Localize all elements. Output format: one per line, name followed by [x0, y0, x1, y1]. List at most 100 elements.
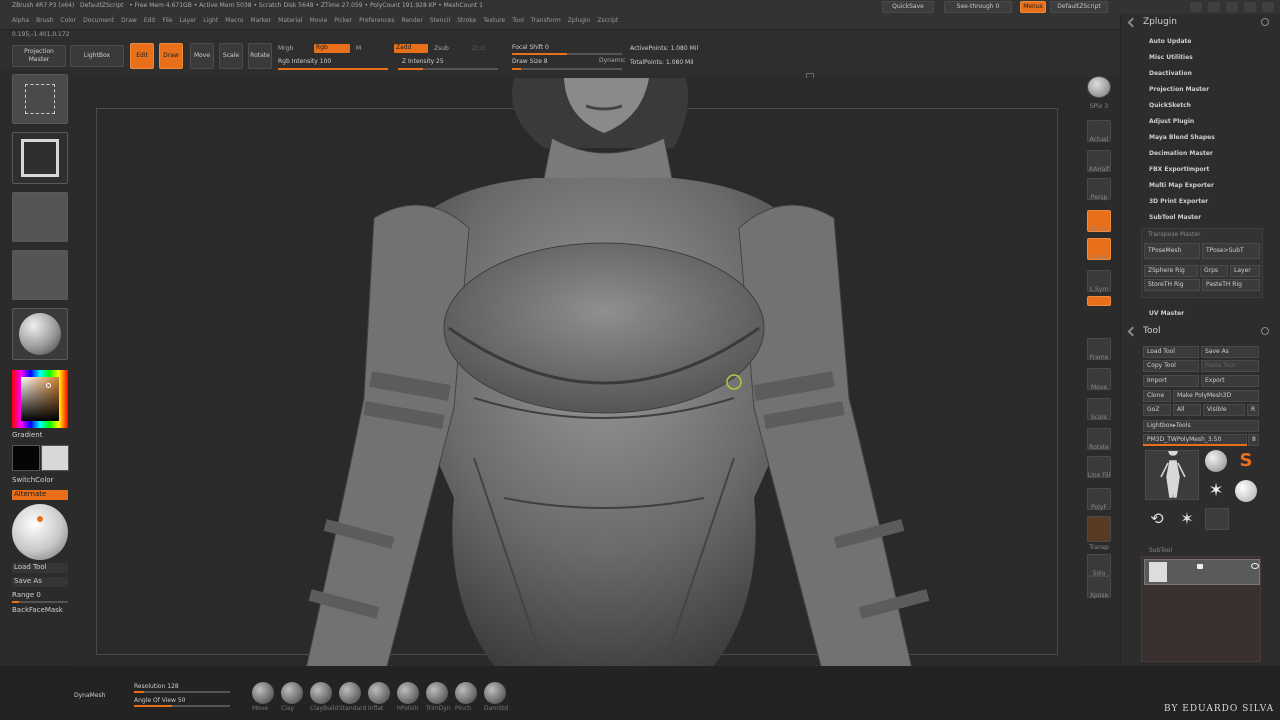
resolution-track[interactable] — [134, 691, 230, 693]
sphere3d-tool-icon[interactable] — [1205, 450, 1227, 472]
menu-color[interactable]: Color — [60, 17, 76, 26]
rgb-intensity-track[interactable] — [278, 68, 388, 70]
menu-zscript[interactable]: Zscript — [597, 17, 618, 26]
menu-material[interactable]: Material — [278, 17, 302, 26]
paste-tool-button[interactable]: Paste Tool — [1201, 360, 1259, 372]
tposemesh-button[interactable]: TPoseMesh — [1144, 243, 1200, 259]
angle-of-view-slider[interactable]: Angle Of View 50 — [134, 697, 186, 705]
zsphere-rig-button[interactable]: ZSphere Rig — [1144, 265, 1198, 277]
polysphere-tool-icon[interactable] — [1235, 480, 1257, 502]
menu-edit[interactable]: Edit — [144, 17, 156, 26]
menu-render[interactable]: Render — [401, 17, 422, 26]
focal-shift-track[interactable] — [512, 53, 622, 55]
zplugin-item[interactable]: QuickSketch — [1149, 102, 1191, 110]
draw-size-slider[interactable]: Draw Size 8 — [512, 58, 548, 66]
edit-button[interactable]: Edit — [130, 43, 154, 69]
canvas-viewport[interactable] — [74, 78, 1082, 666]
move-button[interactable]: Move — [190, 43, 214, 69]
draw-button[interactable]: Draw — [159, 43, 183, 69]
dynamesh-button[interactable]: DynaMesh — [74, 692, 105, 700]
brush-standard[interactable] — [339, 682, 361, 704]
menu-light[interactable]: Light — [203, 17, 218, 26]
brush-trimdyn[interactable] — [426, 682, 448, 704]
stroke-thumbnail[interactable] — [12, 192, 68, 242]
switch-color-button[interactable]: SwitchColor — [12, 476, 53, 485]
figure-tool-icon[interactable] — [1205, 508, 1229, 530]
menu-movie[interactable]: Movie — [310, 17, 328, 26]
dynamic-button[interactable]: Dynamic — [599, 57, 625, 65]
copy-tool-button[interactable]: Copy Tool — [1143, 360, 1199, 372]
zplugin-item[interactable]: Multi Map Exporter — [1149, 182, 1214, 190]
menu-layer[interactable]: Layer — [180, 17, 197, 26]
zplugin-item[interactable]: SubTool Master — [1149, 214, 1201, 222]
scale-button[interactable]: Scale — [219, 43, 243, 69]
focal-shift-slider[interactable]: Focal Shift 0 — [512, 44, 549, 52]
make-polymesh-button[interactable]: Make PolyMesh3D — [1173, 390, 1259, 402]
backface-mask-toggle[interactable]: BackFaceMask — [12, 606, 63, 615]
subtool-polypaint-icon[interactable] — [1197, 564, 1203, 569]
clone-button[interactable]: Clone — [1143, 390, 1171, 402]
menu-zplugin[interactable]: Zplugin — [568, 17, 591, 26]
left-load-tool-button[interactable]: Load Tool — [12, 563, 68, 573]
menu-stroke[interactable]: Stroke — [457, 17, 476, 26]
menu-tool[interactable]: Tool — [512, 17, 524, 26]
lightbox-tools-button[interactable]: Lightbox▸Tools — [1143, 420, 1259, 432]
zcut-button[interactable]: Zcut — [472, 45, 486, 53]
zplugin-item[interactable]: Projection Master — [1149, 86, 1209, 94]
zplugin-collapse-icon[interactable] — [1127, 17, 1138, 28]
zsphere-tool-icon[interactable]: S — [1235, 450, 1257, 472]
menu-marker[interactable]: Marker — [250, 17, 271, 26]
zplugin-item[interactable]: Deactivation — [1149, 70, 1192, 78]
secondary-color-swatch[interactable] — [41, 445, 69, 471]
zplugin-item[interactable]: Auto Update — [1149, 38, 1191, 46]
range-slider[interactable]: Range 0 — [12, 591, 41, 600]
color-saturation-box[interactable] — [21, 377, 59, 421]
uv-master-item[interactable]: UV Master — [1149, 310, 1184, 318]
goz-all-button[interactable]: All — [1173, 404, 1201, 416]
goz-visible-button[interactable]: Visible — [1203, 404, 1245, 416]
goz-button[interactable]: GoZ — [1143, 404, 1171, 416]
zplugin-item[interactable]: Maya Blend Shapes — [1149, 134, 1215, 142]
zplugin-item[interactable]: 3D Print Exporter — [1149, 198, 1208, 206]
tool-palette-title[interactable]: Tool — [1143, 326, 1160, 336]
spix-slider[interactable]: SPix 3 — [1082, 103, 1116, 111]
rgb-button[interactable]: Rgb — [314, 44, 350, 53]
range-track[interactable] — [12, 601, 68, 603]
brush-pinch[interactable] — [455, 682, 477, 704]
import-button[interactable]: Import — [1143, 375, 1199, 387]
grps-button[interactable]: Grps — [1200, 265, 1228, 277]
subtool-item-selected[interactable] — [1144, 559, 1260, 585]
main-color-swatch[interactable] — [12, 445, 40, 471]
alternate-button[interactable]: Alternate — [12, 490, 68, 500]
alpha-thumbnail[interactable] — [12, 74, 68, 124]
layout-icon[interactable] — [1208, 2, 1220, 12]
bpr-render-button[interactable] — [1087, 76, 1111, 98]
tpose-subt-button[interactable]: TPose>SubT — [1202, 243, 1260, 259]
gradient-toggle[interactable]: Gradient — [12, 431, 42, 440]
zplugin-item[interactable]: Adjust Plugin — [1149, 118, 1194, 126]
tool-save-as-button[interactable]: Save As — [1201, 346, 1259, 358]
zplugin-item[interactable]: Misc Utilities — [1149, 54, 1193, 62]
menu-draw[interactable]: Draw — [121, 17, 137, 26]
resolution-slider[interactable]: Resolution 128 — [134, 683, 179, 691]
maximize-icon[interactable] — [1244, 2, 1256, 12]
m-button[interactable]: M — [356, 45, 361, 53]
tmpolyst-tool-icon[interactable]: ✶ — [1175, 508, 1199, 530]
menu-picker[interactable]: Picker — [334, 17, 352, 26]
xyz-button[interactable] — [1087, 296, 1111, 306]
menu-preferences[interactable]: Preferences — [359, 17, 394, 26]
rgb-intensity-slider[interactable]: Rgb Intensity 100 — [278, 58, 331, 66]
subtool-visibility-eye-icon[interactable] — [1251, 563, 1259, 569]
zplugin-item[interactable]: FBX ExportImport — [1149, 166, 1209, 174]
zadd-button[interactable]: Zadd — [394, 44, 428, 53]
export-button[interactable]: Export — [1201, 375, 1259, 387]
rotate-button[interactable]: Rotate — [248, 43, 272, 69]
z-intensity-track[interactable] — [398, 68, 498, 70]
snake-tool-icon[interactable]: ⟲ — [1145, 508, 1169, 530]
transp-button[interactable] — [1087, 516, 1111, 542]
mrgb-button[interactable]: Mrgb — [278, 45, 293, 53]
z-intensity-slider[interactable]: Z Intensity 25 — [402, 58, 444, 66]
brush-inflat[interactable] — [368, 682, 390, 704]
lightbox-button[interactable]: LightBox — [70, 45, 124, 67]
brush-claybuild[interactable] — [310, 682, 332, 704]
